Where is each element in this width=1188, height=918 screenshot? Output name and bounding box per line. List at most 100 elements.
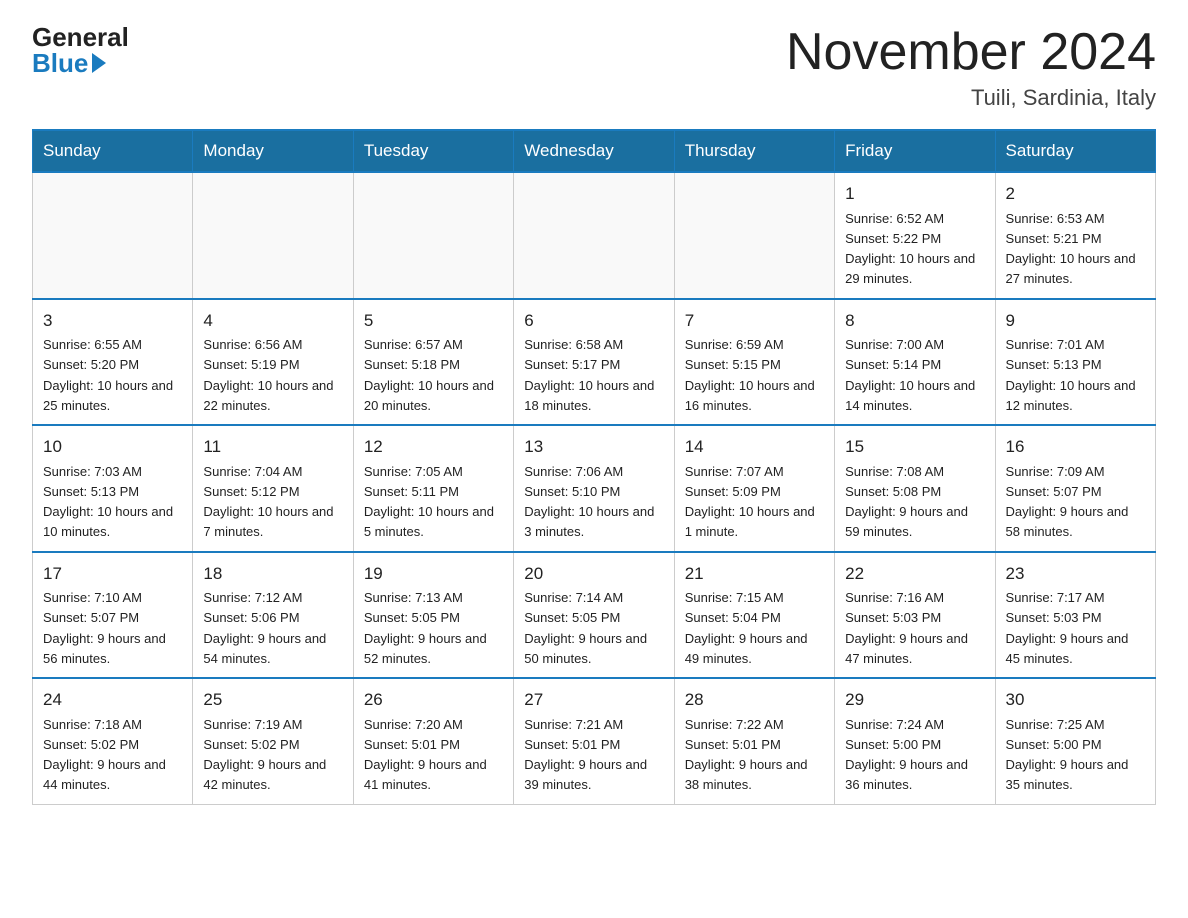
calendar-cell-0-5: 1Sunrise: 6:52 AMSunset: 5:22 PMDaylight… (835, 172, 995, 299)
weekday-header-tuesday: Tuesday (353, 130, 513, 172)
day-number: 20 (524, 561, 663, 587)
day-number: 27 (524, 687, 663, 713)
calendar-table: SundayMondayTuesdayWednesdayThursdayFrid… (32, 129, 1156, 805)
calendar-subtitle: Tuili, Sardinia, Italy (786, 85, 1156, 111)
day-info: Sunrise: 7:07 AMSunset: 5:09 PMDaylight:… (685, 464, 815, 540)
calendar-cell-0-6: 2Sunrise: 6:53 AMSunset: 5:21 PMDaylight… (995, 172, 1155, 299)
day-number: 21 (685, 561, 824, 587)
calendar-title: November 2024 (786, 24, 1156, 81)
calendar-cell-2-3: 13 Sunrise: 7:06 AMSunset: 5:10 PMDayligh… (514, 425, 674, 552)
day-info: Sunrise: 7:06 AMSunset: 5:10 PMDaylight:… (524, 464, 654, 540)
calendar-cell-1-5: 8 Sunrise: 7:00 AMSunset: 5:14 PMDaylight… (835, 299, 995, 426)
day-number: 9 (1006, 308, 1145, 334)
day-number: 24 (43, 687, 182, 713)
calendar-row-4: 24Sunrise: 7:18 AMSunset: 5:02 PMDayligh… (33, 678, 1156, 804)
day-number: 18 (203, 561, 342, 587)
calendar-cell-1-6: 9 Sunrise: 7:01 AMSunset: 5:13 PMDaylight… (995, 299, 1155, 426)
logo-blue-text: Blue (32, 50, 106, 76)
day-info: Sunrise: 7:05 AMSunset: 5:11 PMDaylight:… (364, 464, 494, 540)
calendar-cell-1-2: 5 Sunrise: 6:57 AMSunset: 5:18 PMDaylight… (353, 299, 513, 426)
calendar-cell-3-1: 18 Sunrise: 7:12 AMSunset: 5:06 PMDayligh… (193, 552, 353, 679)
day-number: 11 (203, 434, 342, 460)
day-number: 3 (43, 308, 182, 334)
day-info: Sunrise: 6:52 AMSunset: 5:22 PMDaylight:… (845, 211, 975, 287)
day-number: 28 (685, 687, 824, 713)
calendar-cell-3-4: 21Sunrise: 7:15 AMSunset: 5:04 PMDayligh… (674, 552, 834, 679)
calendar-cell-4-1: 25 Sunrise: 7:19 AMSunset: 5:02 PMDayligh… (193, 678, 353, 804)
calendar-cell-0-2 (353, 172, 513, 299)
weekday-header-thursday: Thursday (674, 130, 834, 172)
calendar-cell-3-3: 20 Sunrise: 7:14 AMSunset: 5:05 PMDayligh… (514, 552, 674, 679)
day-number: 15 (845, 434, 984, 460)
weekday-header-row: SundayMondayTuesdayWednesdayThursdayFrid… (33, 130, 1156, 172)
day-number: 8 (845, 308, 984, 334)
weekday-header-friday: Friday (835, 130, 995, 172)
day-number: 25 (203, 687, 342, 713)
calendar-cell-0-1 (193, 172, 353, 299)
logo-general-text: General (32, 24, 129, 50)
day-number: 17 (43, 561, 182, 587)
day-info: Sunrise: 7:03 AMSunset: 5:13 PMDaylight:… (43, 464, 173, 540)
day-info: Sunrise: 7:01 AMSunset: 5:13 PMDaylight:… (1006, 337, 1136, 413)
day-info: Sunrise: 6:55 AMSunset: 5:20 PMDaylight:… (43, 337, 173, 413)
calendar-cell-4-4: 28 Sunrise: 7:22 AMSunset: 5:01 PMDayligh… (674, 678, 834, 804)
calendar-cell-3-0: 17 Sunrise: 7:10 AMSunset: 5:07 PMDayligh… (33, 552, 193, 679)
calendar-cell-4-2: 26 Sunrise: 7:20 AMSunset: 5:01 PMDayligh… (353, 678, 513, 804)
day-number: 22 (845, 561, 984, 587)
day-number: 2 (1006, 181, 1145, 207)
title-area: November 2024 Tuili, Sardinia, Italy (786, 24, 1156, 111)
day-info: Sunrise: 7:09 AMSunset: 5:07 PMDaylight:… (1006, 464, 1129, 540)
day-number: 23 (1006, 561, 1145, 587)
day-number: 13 (524, 434, 663, 460)
calendar-row-2: 10 Sunrise: 7:03 AMSunset: 5:13 PMDayligh… (33, 425, 1156, 552)
day-info: Sunrise: 7:21 AMSunset: 5:01 PMDaylight:… (524, 717, 647, 793)
calendar-cell-1-4: 7 Sunrise: 6:59 AMSunset: 5:15 PMDaylight… (674, 299, 834, 426)
day-info: Sunrise: 7:25 AMSunset: 5:00 PMDaylight:… (1006, 717, 1129, 793)
calendar-cell-1-1: 4 Sunrise: 6:56 AMSunset: 5:19 PMDaylight… (193, 299, 353, 426)
day-number: 30 (1006, 687, 1145, 713)
day-info: Sunrise: 7:14 AMSunset: 5:05 PMDaylight:… (524, 590, 647, 666)
calendar-cell-4-0: 24Sunrise: 7:18 AMSunset: 5:02 PMDayligh… (33, 678, 193, 804)
day-info: Sunrise: 7:17 AMSunset: 5:03 PMDaylight:… (1006, 590, 1129, 666)
calendar-cell-2-6: 16Sunrise: 7:09 AMSunset: 5:07 PMDayligh… (995, 425, 1155, 552)
calendar-cell-0-3 (514, 172, 674, 299)
day-info: Sunrise: 7:10 AMSunset: 5:07 PMDaylight:… (43, 590, 166, 666)
calendar-cell-2-4: 14 Sunrise: 7:07 AMSunset: 5:09 PMDayligh… (674, 425, 834, 552)
calendar-cell-2-5: 15 Sunrise: 7:08 AMSunset: 5:08 PMDayligh… (835, 425, 995, 552)
calendar-cell-3-5: 22Sunrise: 7:16 AMSunset: 5:03 PMDayligh… (835, 552, 995, 679)
weekday-header-monday: Monday (193, 130, 353, 172)
calendar-cell-3-6: 23 Sunrise: 7:17 AMSunset: 5:03 PMDayligh… (995, 552, 1155, 679)
day-info: Sunrise: 7:19 AMSunset: 5:02 PMDaylight:… (203, 717, 326, 793)
day-number: 6 (524, 308, 663, 334)
calendar-cell-3-2: 19Sunrise: 7:13 AMSunset: 5:05 PMDayligh… (353, 552, 513, 679)
day-number: 4 (203, 308, 342, 334)
day-number: 5 (364, 308, 503, 334)
calendar-cell-4-5: 29 Sunrise: 7:24 AMSunset: 5:00 PMDayligh… (835, 678, 995, 804)
calendar-cell-2-1: 11 Sunrise: 7:04 AMSunset: 5:12 PMDayligh… (193, 425, 353, 552)
day-number: 14 (685, 434, 824, 460)
day-info: Sunrise: 6:59 AMSunset: 5:15 PMDaylight:… (685, 337, 815, 413)
weekday-header-wednesday: Wednesday (514, 130, 674, 172)
day-info: Sunrise: 7:20 AMSunset: 5:01 PMDaylight:… (364, 717, 487, 793)
calendar-row-1: 3 Sunrise: 6:55 AMSunset: 5:20 PMDaylight… (33, 299, 1156, 426)
day-info: Sunrise: 7:12 AMSunset: 5:06 PMDaylight:… (203, 590, 326, 666)
day-info: Sunrise: 6:56 AMSunset: 5:19 PMDaylight:… (203, 337, 333, 413)
calendar-cell-0-0 (33, 172, 193, 299)
day-info: Sunrise: 7:08 AMSunset: 5:08 PMDaylight:… (845, 464, 968, 540)
day-number: 12 (364, 434, 503, 460)
day-number: 26 (364, 687, 503, 713)
calendar-cell-2-0: 10 Sunrise: 7:03 AMSunset: 5:13 PMDayligh… (33, 425, 193, 552)
calendar-row-3: 17 Sunrise: 7:10 AMSunset: 5:07 PMDayligh… (33, 552, 1156, 679)
day-info: Sunrise: 7:24 AMSunset: 5:00 PMDaylight:… (845, 717, 968, 793)
calendar-cell-1-0: 3 Sunrise: 6:55 AMSunset: 5:20 PMDaylight… (33, 299, 193, 426)
calendar-cell-0-4 (674, 172, 834, 299)
day-number: 7 (685, 308, 824, 334)
day-info: Sunrise: 6:57 AMSunset: 5:18 PMDaylight:… (364, 337, 494, 413)
day-info: Sunrise: 7:00 AMSunset: 5:14 PMDaylight:… (845, 337, 975, 413)
day-number: 29 (845, 687, 984, 713)
day-info: Sunrise: 7:22 AMSunset: 5:01 PMDaylight:… (685, 717, 808, 793)
day-info: Sunrise: 7:04 AMSunset: 5:12 PMDaylight:… (203, 464, 333, 540)
day-number: 10 (43, 434, 182, 460)
calendar-cell-2-2: 12 Sunrise: 7:05 AMSunset: 5:11 PMDayligh… (353, 425, 513, 552)
calendar-row-0: 1Sunrise: 6:52 AMSunset: 5:22 PMDaylight… (33, 172, 1156, 299)
